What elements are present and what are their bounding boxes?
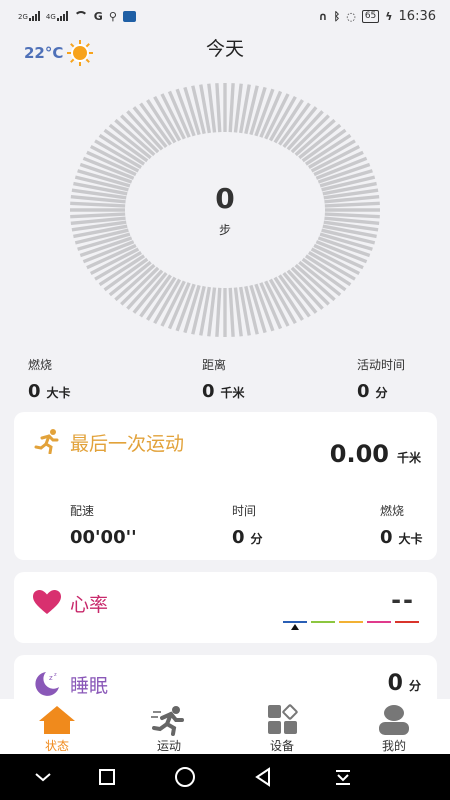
heart-rate-value: -- [391,586,415,614]
active-time-value: 0 [357,381,370,402]
chevron-down-icon[interactable] [28,762,58,792]
steps-display: 0 步 [69,82,381,338]
time-value: 0 [232,527,245,548]
running-icon [151,706,184,736]
sleep-title: 睡眠 [70,675,109,697]
last-exercise-title: 最后一次运动 [70,433,185,455]
bluetooth-icon: ᛒ [333,9,341,23]
active-time-label: 活动时间 [357,358,406,372]
daily-summary: 燃烧 0 大卡 距离 0 千米 活动时间 0 分 [0,356,450,402]
network-type-1: 2G [18,13,28,21]
usb-icon: ⚲ [108,9,117,23]
device-grid-icon [268,704,298,734]
exercise-burn-value: 0 [380,527,393,548]
summary-burn: 燃烧 0 大卡 [28,356,71,402]
heart-rate-zone-segment [367,621,391,623]
distance-label: 距离 [202,358,227,372]
distance-unit: 千米 [220,386,245,400]
steps-ring[interactable]: 0 步 [69,82,381,338]
clock: 16:36 [398,8,436,24]
last-exercise-distance: 0.00 千米 [330,440,421,468]
back-triangle-icon[interactable] [248,762,278,792]
network-type-2: 4G [45,13,56,21]
heart-icon [33,590,61,614]
heart-rate-zone-scale [283,619,421,631]
home-circle-icon[interactable] [170,762,200,792]
distance-value: 0 [202,381,215,402]
notification-pulldown-icon[interactable] [328,762,358,792]
charging-icon: ϟ [385,9,393,23]
bottom-tab-bar: 状态 运动 设备 我的 [0,699,450,754]
summary-active-time: 活动时间 0 分 [357,356,405,402]
active-time-unit: 分 [375,386,388,400]
home-icon [39,706,75,734]
sleep-unit: 分 [408,679,421,693]
steps-value: 0 [215,182,235,215]
app-c-icon: G [93,9,103,23]
tab-sport[interactable]: 运动 [124,699,214,754]
sleep-duration: 0 分 [388,671,421,696]
signal-4g-icon: 4G [46,11,68,21]
heart-rate-zone-segment [395,621,419,623]
tab-device-label: 设备 [269,739,294,753]
app-notification-icon [122,10,136,22]
moon-icon: z z [35,672,59,696]
exercise-burn: 燃烧 0 大卡 [380,502,423,548]
tab-status-label: 状态 [44,739,69,753]
tab-mine[interactable]: 我的 [349,699,439,754]
runner-icon [34,429,59,454]
heart-rate-zone-segment [283,621,307,623]
mute-icon: ◌ [346,9,356,23]
burn-value: 0 [28,381,41,402]
tab-status[interactable]: 状态 [12,699,102,754]
heart-rate-marker [291,624,299,630]
tab-mine-label: 我的 [381,739,406,753]
battery-indicator: 65 [361,9,380,23]
exercise-distance-unit: 千米 [396,451,421,465]
time-unit: 分 [250,532,263,546]
signal-2g-icon: 2G [18,11,40,21]
summary-distance: 距离 0 千米 [202,356,245,402]
heart-rate-title: 心率 [70,594,109,616]
recents-square-icon[interactable] [92,762,122,792]
wifi-icon [73,11,88,21]
heart-rate-zone-segment [311,621,335,623]
tab-device[interactable]: 设备 [237,699,327,754]
pace-value: 00'00'' [70,527,137,548]
exercise-time: 时间 0 分 [232,502,263,548]
exercise-burn-label: 燃烧 [380,504,405,518]
pace-label: 配速 [70,504,95,518]
heart-rate-card[interactable]: 心率 -- [14,572,437,643]
burn-unit: 大卡 [46,386,71,400]
exercise-distance-value: 0.00 [329,440,389,468]
exercise-burn-unit: 大卡 [398,532,423,546]
tab-sport-label: 运动 [156,739,181,753]
sleep-value: 0 [387,671,403,696]
svg-text:z: z [49,674,53,682]
system-nav-bar [0,754,450,800]
last-exercise-card[interactable]: 最后一次运动 0.00 千米 配速 00'00'' 时间 0 分 燃烧 0 大卡 [14,412,437,560]
burn-label: 燃烧 [28,358,53,372]
headset-icon: ∩ [318,9,328,23]
exercise-pace: 配速 00'00'' [70,502,137,548]
svg-text:z: z [54,672,57,678]
time-label: 时间 [232,504,257,518]
steps-unit: 步 [218,223,231,237]
page-title: 今天 [205,38,244,60]
profile-icon [379,705,409,735]
heart-rate-zone-segment [339,621,363,623]
status-bar: 2G 4G G ⚲ ∩ ᛒ ◌ 65 ϟ 16:36 [0,0,450,32]
